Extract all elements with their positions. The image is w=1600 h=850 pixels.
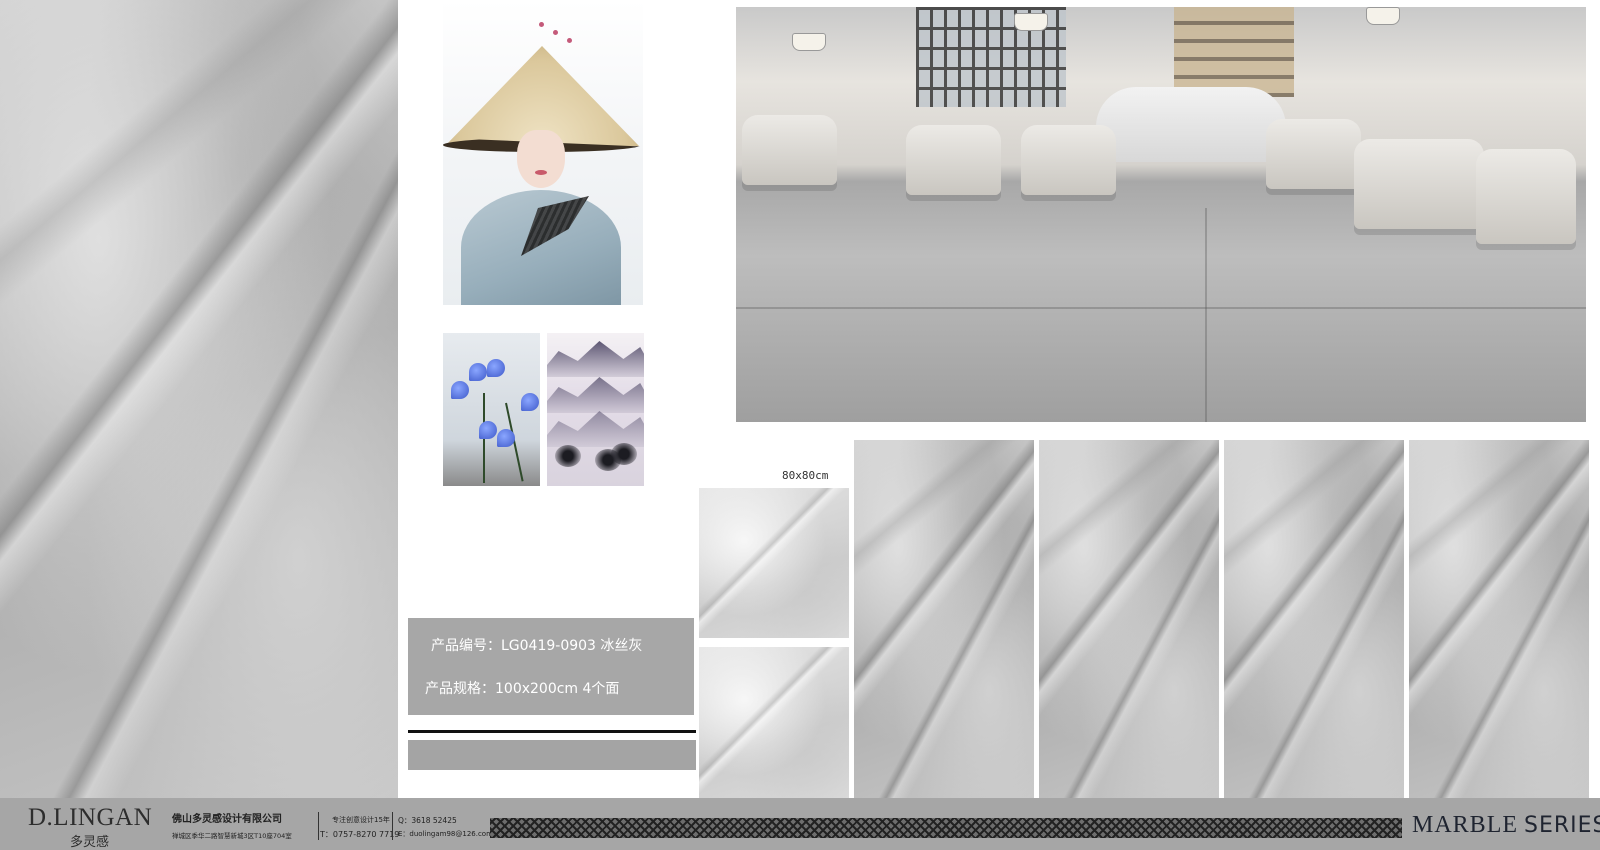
blossom-icon <box>539 22 544 27</box>
floor-joint <box>1205 208 1207 422</box>
series-title-a: MARBLE <box>1412 812 1519 838</box>
series-title-b: SERIES <box>1524 813 1600 838</box>
lamp-icon <box>792 33 826 51</box>
tile-80x80-bottom <box>699 647 849 798</box>
footer: D.LINGAN 多灵感 佛山多灵感设计有限公司 禅城区季华二路智慧新城3区T1… <box>0 798 1600 850</box>
brand-logo-cn: 多灵感 <box>70 835 110 850</box>
brand-logo: D.LINGAN <box>28 804 153 831</box>
pattern-band <box>490 818 1402 838</box>
decor-bar <box>408 740 696 770</box>
blossom-icon <box>567 38 572 43</box>
armchair <box>1266 119 1361 189</box>
flower-icon <box>479 421 497 439</box>
product-spec: 产品规格：100x200cm 4个面 <box>425 681 620 697</box>
bar-counter <box>1096 87 1286 162</box>
company-name: 佛山多灵感设计有限公司 <box>172 814 282 825</box>
decor-stripes <box>408 730 696 736</box>
phone: T：0757-8270 7719 <box>320 830 400 839</box>
divider <box>318 812 319 840</box>
series-title: MARBLE SERIES <box>1412 812 1600 839</box>
tree-icon <box>555 445 581 467</box>
mountain-shape <box>547 411 644 447</box>
armchair <box>1476 149 1576 244</box>
armchair <box>1021 125 1116 195</box>
email: E：duolingam98@126.com <box>398 830 493 838</box>
armchair <box>742 115 837 185</box>
tile-face-3 <box>1224 440 1404 798</box>
flower-icon <box>487 359 505 377</box>
company-address: 禅城区季华二路智慧新城3区T10座704室 <box>172 832 292 840</box>
divider <box>392 812 393 840</box>
floor-joint <box>736 307 1586 309</box>
ink-painting-photo <box>547 333 644 486</box>
flower-icon <box>469 363 487 381</box>
tile-face-1 <box>854 440 1034 798</box>
woman-photo <box>443 0 643 305</box>
flower-icon <box>451 381 469 399</box>
mountain-shape <box>547 341 644 377</box>
flower-photo <box>443 333 540 486</box>
size-label: 80x80cm <box>782 469 829 482</box>
tile-face-2 <box>1039 440 1219 798</box>
lobby-photo <box>736 7 1586 422</box>
flower-icon <box>521 393 539 411</box>
wine-shelf <box>1174 7 1294 97</box>
flower-icon <box>497 429 515 447</box>
tile-face-4 <box>1409 440 1589 798</box>
tree-icon <box>611 443 637 465</box>
face-shape <box>517 130 565 188</box>
slogan: 专注创意设计15年 <box>332 816 390 824</box>
lips-shape <box>535 170 547 175</box>
product-code: 产品编号：LG0419-0903 冰丝灰 <box>431 638 643 654</box>
qq: Q：3618 52425 <box>398 816 457 825</box>
product-info-box: 产品编号：LG0419-0903 冰丝灰 产品规格：100x200cm 4个面 <box>408 618 694 715</box>
dress-shape <box>461 190 621 305</box>
lamp-icon <box>1366 7 1400 25</box>
lamp-icon <box>1014 13 1048 31</box>
tile-80x80-top <box>699 488 849 638</box>
armchair <box>906 125 1001 195</box>
tile-slab-large <box>0 0 398 798</box>
mountain-shape <box>547 377 644 413</box>
armchair <box>1354 139 1484 229</box>
stripe <box>408 730 696 733</box>
blossom-icon <box>553 30 558 35</box>
